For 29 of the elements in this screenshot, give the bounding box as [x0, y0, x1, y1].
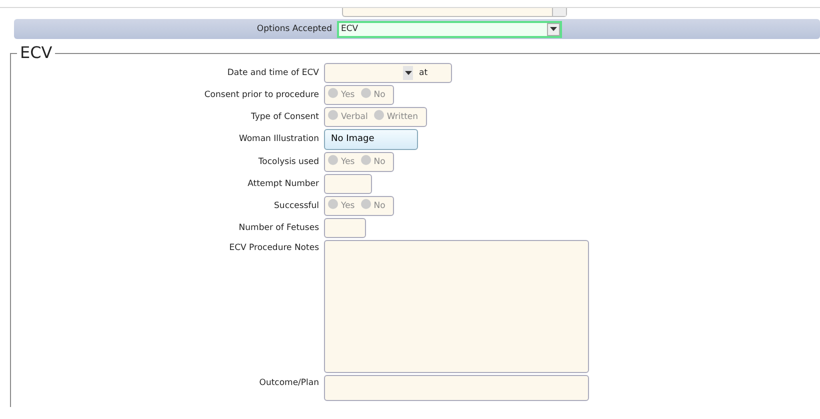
- input-field[interactable]: [324, 174, 372, 194]
- image-button[interactable]: No Image: [324, 129, 418, 150]
- field-label: Consent prior to procedure: [203, 89, 320, 102]
- input-field[interactable]: [324, 218, 366, 238]
- options-dropdown[interactable]: ECV: [337, 20, 562, 38]
- field-label: Options Accepted: [256, 22, 333, 36]
- at-label: at: [419, 66, 428, 80]
- field-label: Type of Consent: [250, 111, 320, 124]
- radio-option[interactable]: Yes: [328, 155, 355, 169]
- radio-option[interactable]: Yes: [328, 199, 355, 213]
- radio-option[interactable]: No: [360, 155, 386, 169]
- radio-option[interactable]: No: [360, 199, 386, 213]
- radio-option[interactable]: Verbal: [328, 110, 368, 124]
- field-label: Number of Fetuses: [238, 222, 320, 235]
- input-field[interactable]: [342, 8, 567, 17]
- field-label: Tocolysis used: [257, 156, 320, 169]
- field-label: Successful: [273, 200, 320, 213]
- text-area[interactable]: [324, 240, 589, 373]
- radio-option[interactable]: Yes: [328, 88, 355, 102]
- text-area[interactable]: [324, 375, 589, 401]
- field-label: Date and time of ECV: [226, 67, 320, 80]
- field-label: Attempt Number: [246, 178, 320, 191]
- field-label: Woman Illustration: [238, 133, 320, 146]
- section-title: ECV: [19, 43, 54, 63]
- field-label: Outcome/Plan: [258, 377, 320, 390]
- radio-option[interactable]: No: [360, 88, 386, 102]
- date-time-field[interactable]: at: [324, 63, 452, 83]
- radio-option[interactable]: Written: [374, 110, 418, 124]
- field-label: ECV Procedure Notes: [228, 242, 320, 255]
